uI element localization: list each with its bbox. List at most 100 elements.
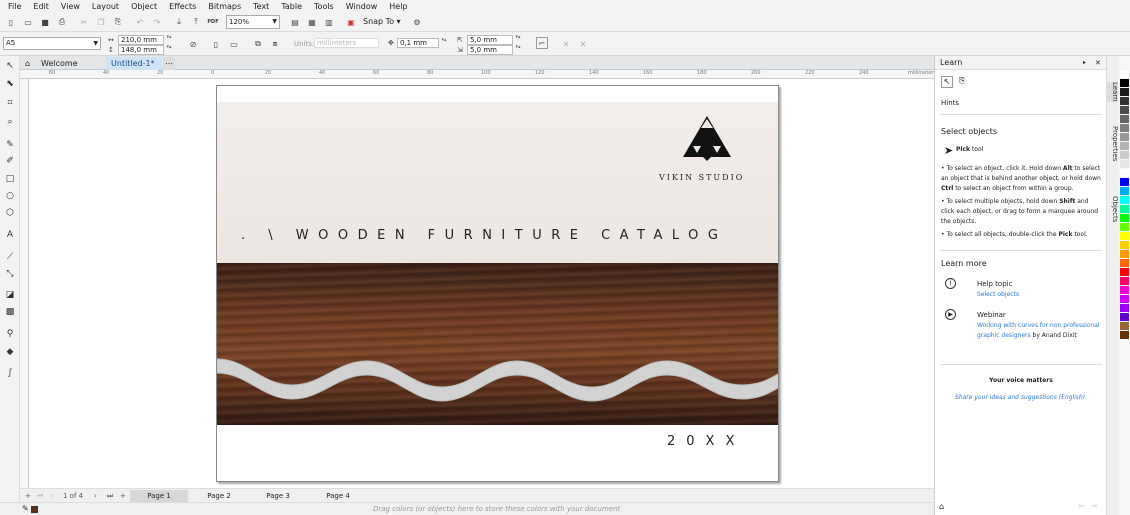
- duplicate-distance-y-field[interactable]: 5,0 mm: [467, 45, 513, 55]
- first-page-icon[interactable]: ⏮: [37, 490, 43, 502]
- vertical-ruler[interactable]: [20, 79, 29, 488]
- horizontal-ruler[interactable]: 60 40 20 0 20 40 60 80 100 120 140 160 180 200 220 240 m…: [20, 70, 936, 79]
- menu-table[interactable]: Table: [275, 0, 308, 13]
- page-size-select[interactable]: A5 ▼: [3, 37, 101, 50]
- add-page-after-icon[interactable]: +: [120, 490, 126, 502]
- bounding-box-icon[interactable]: ⌐: [536, 37, 548, 49]
- palette-swatch[interactable]: [1120, 295, 1129, 303]
- home-icon[interactable]: ⌂: [20, 57, 36, 70]
- ellipse-tool-icon[interactable]: ○: [3, 189, 17, 203]
- page-tab-2[interactable]: Page 2: [190, 490, 248, 502]
- eyedropper-icon[interactable]: ⚲: [3, 327, 17, 341]
- nudge-distance-field[interactable]: 0,1 mm: [397, 38, 439, 48]
- drawing-canvas[interactable]: VIKIN STUDIO . \ WOODEN FURNITURE CATALO…: [29, 79, 934, 488]
- zoom-tool-icon[interactable]: ⌕: [3, 115, 17, 129]
- open-icon[interactable]: ▭: [22, 16, 34, 28]
- palette-swatch[interactable]: [1120, 169, 1129, 177]
- print-icon[interactable]: ⎙: [56, 16, 68, 28]
- add-page-before-icon[interactable]: +: [25, 490, 31, 502]
- palette-swatch[interactable]: [1120, 313, 1129, 321]
- save-icon[interactable]: ■: [39, 16, 51, 28]
- palette-swatch[interactable]: [1120, 97, 1129, 105]
- palette-swatch[interactable]: [1120, 304, 1129, 312]
- docker-home-icon[interactable]: ⌂: [939, 502, 944, 511]
- hints-pick-icon[interactable]: ↖: [941, 76, 953, 88]
- show-guidelines-icon[interactable]: ▥: [323, 16, 335, 28]
- zoom-level-select[interactable]: 120% ▼: [226, 15, 280, 29]
- palette-swatch[interactable]: [1120, 214, 1129, 222]
- rectangle-tool-icon[interactable]: □: [3, 172, 17, 186]
- hints-options-icon[interactable]: ⎘: [959, 76, 965, 86]
- palette-swatch[interactable]: [1120, 322, 1129, 330]
- palette-swatch[interactable]: [1120, 277, 1129, 285]
- palette-swatch[interactable]: [1120, 88, 1129, 96]
- crop-tool-icon[interactable]: ⌗: [3, 96, 17, 110]
- palette-swatch[interactable]: [1120, 124, 1129, 132]
- launch-app-icon[interactable]: ▣: [345, 16, 357, 28]
- current-page-icon[interactable]: ⧈: [269, 38, 281, 50]
- help-topic-link[interactable]: Select objects: [977, 290, 1019, 300]
- parallel-dimension-icon[interactable]: ⟋: [3, 250, 17, 264]
- undo-icon[interactable]: ↶: [134, 16, 146, 28]
- menu-edit[interactable]: Edit: [27, 0, 55, 13]
- transparency-icon[interactable]: ▩: [3, 305, 17, 319]
- palette-swatch[interactable]: [1120, 79, 1129, 87]
- fill-swatch[interactable]: [31, 506, 38, 513]
- next-page-icon[interactable]: ›: [94, 490, 97, 502]
- artistic-media-icon[interactable]: ✐: [3, 154, 17, 168]
- menu-object[interactable]: Object: [125, 0, 163, 13]
- copy-icon[interactable]: ❐: [95, 16, 107, 28]
- palette-swatch[interactable]: [1120, 133, 1129, 141]
- palette-swatch[interactable]: [1120, 259, 1129, 267]
- palette-swatch[interactable]: [1120, 205, 1129, 213]
- export-icon[interactable]: ⤒: [190, 16, 202, 28]
- palette-swatch[interactable]: [1120, 151, 1129, 159]
- page-tab-3[interactable]: Page 3: [249, 490, 307, 502]
- dup-y-spinner[interactable]: ▾▴: [514, 45, 522, 55]
- menu-view[interactable]: View: [55, 0, 86, 13]
- all-pages-icon[interactable]: ⊘: [187, 38, 199, 50]
- pen-icon[interactable]: ✎: [22, 504, 29, 513]
- docker-arrow-icon[interactable]: ▸: [1083, 56, 1086, 70]
- units-select[interactable]: millimeters: [314, 38, 379, 48]
- palette-swatch[interactable]: [1120, 331, 1129, 339]
- close-docker-icon[interactable]: ✕: [1095, 56, 1101, 70]
- text-tool-icon[interactable]: A: [3, 228, 17, 242]
- palette-swatch[interactable]: [1120, 241, 1129, 249]
- interactive-fill-icon[interactable]: ◆: [3, 345, 17, 359]
- smart-fill-icon[interactable]: ∫: [3, 366, 17, 380]
- menu-window[interactable]: Window: [340, 0, 384, 13]
- shape-tool-icon[interactable]: ⬉: [3, 77, 17, 91]
- palette-swatch[interactable]: [1120, 223, 1129, 231]
- snap-to-dropdown[interactable]: Snap To ▾: [363, 16, 401, 28]
- palette-swatch[interactable]: [1120, 142, 1129, 150]
- palette-swatch[interactable]: [1120, 268, 1129, 276]
- apply-all-pages-icon[interactable]: ⧉: [252, 38, 264, 50]
- palette-swatch[interactable]: [1120, 250, 1129, 258]
- nudge-spinner[interactable]: ▾▴: [440, 38, 448, 48]
- drop-shadow-icon[interactable]: ◪: [3, 288, 17, 302]
- palette-swatch[interactable]: [1120, 187, 1129, 195]
- connector-tool-icon[interactable]: ⤡: [3, 267, 17, 281]
- document-page[interactable]: VIKIN STUDIO . \ WOODEN FURNITURE CATALO…: [216, 85, 779, 482]
- transform-2-icon[interactable]: ✕: [577, 38, 589, 50]
- palette-swatch[interactable]: [1120, 286, 1129, 294]
- palette-swatch[interactable]: [1120, 232, 1129, 240]
- palette-swatch[interactable]: [1120, 178, 1129, 186]
- forward-icon[interactable]: ⇨: [1092, 502, 1098, 510]
- paste-icon[interactable]: ⎘: [112, 16, 124, 28]
- palette-swatch[interactable]: [1120, 196, 1129, 204]
- back-icon[interactable]: ⇦: [1078, 502, 1084, 510]
- freehand-tool-icon[interactable]: ✎: [3, 138, 17, 152]
- page-tab-1[interactable]: Page 1: [130, 490, 188, 502]
- menu-help[interactable]: Help: [383, 0, 413, 13]
- tab-untitled-1[interactable]: Untitled-1*: [106, 57, 162, 70]
- landscape-icon[interactable]: ▭: [228, 38, 240, 50]
- page-height-field[interactable]: 148,0 mm: [118, 45, 164, 55]
- last-page-icon[interactable]: ⏭: [107, 490, 113, 502]
- palette-swatch[interactable]: [1120, 106, 1129, 114]
- redo-icon[interactable]: ↷: [151, 16, 163, 28]
- options-gear-icon[interactable]: ⚙: [411, 16, 423, 28]
- cut-icon[interactable]: ✂: [78, 16, 90, 28]
- duplicate-distance-x-field[interactable]: 5,0 mm: [467, 35, 513, 45]
